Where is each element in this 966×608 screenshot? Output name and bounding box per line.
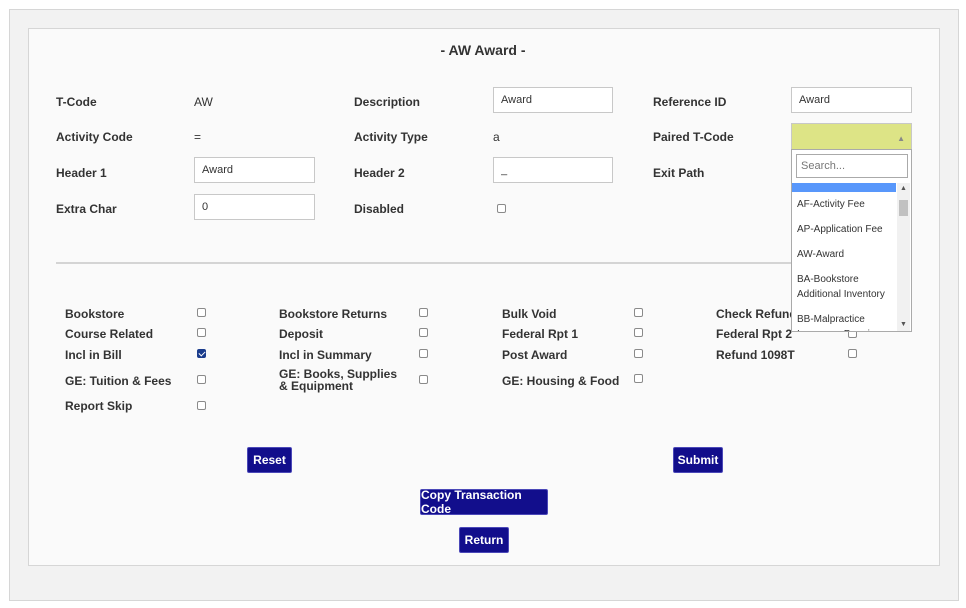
course-related-label: Course Related <box>65 327 154 341</box>
check-refund-label: Check Refund <box>716 307 797 321</box>
scroll-up-icon[interactable]: ▲ <box>897 183 910 195</box>
dropdown-option[interactable]: AP-Application Fee <box>792 217 896 242</box>
ge-tuition-label: GE: Tuition & Fees <box>65 374 172 388</box>
federal-rpt1-checkbox[interactable] <box>634 328 643 337</box>
ge-books-label: GE: Books, Supplies & Equipment <box>279 367 398 393</box>
dropdown-option[interactable]: BB-Malpractice Insurance Premium <box>792 307 896 331</box>
scrollbar-thumb[interactable] <box>899 200 908 216</box>
post-award-checkbox[interactable] <box>634 349 643 358</box>
reset-button[interactable]: Reset <box>247 447 292 473</box>
dropdown-option[interactable]: AW-Award <box>792 242 896 267</box>
header2-label: Header 2 <box>354 166 405 180</box>
federal-rpt2-label: Federal Rpt 2 <box>716 327 793 341</box>
dropdown-option[interactable]: BA-Bookstore Additional Inventory <box>792 267 896 307</box>
incl-in-summary-checkbox[interactable] <box>419 349 428 358</box>
deposit-label: Deposit <box>279 327 324 341</box>
dropdown-option[interactable]: AF-Activity Fee <box>792 192 896 217</box>
section-divider <box>56 262 909 264</box>
extra-char-label: Extra Char <box>56 202 117 216</box>
disabled-label: Disabled <box>354 202 405 216</box>
chevron-up-icon: ▲ <box>897 134 905 143</box>
exit-path-label: Exit Path <box>653 166 705 180</box>
header1-label: Header 1 <box>56 166 107 180</box>
paired-tcode-dropdown: AF-Activity Fee AP-Application Fee AW-Aw… <box>791 149 912 332</box>
submit-button[interactable]: Submit <box>673 447 723 473</box>
dropdown-scrollbar[interactable]: ▲ ▼ <box>897 183 910 331</box>
bookstore-returns-label: Bookstore Returns <box>279 307 388 321</box>
paired-tcode-select[interactable]: ▲ <box>791 123 912 150</box>
deposit-checkbox[interactable] <box>419 328 428 337</box>
disabled-checkbox[interactable] <box>497 204 506 213</box>
post-award-label: Post Award <box>502 348 568 362</box>
ge-tuition-checkbox[interactable] <box>197 375 206 384</box>
copy-transaction-code-button[interactable]: Copy Transaction Code <box>420 488 548 516</box>
bulk-void-checkbox[interactable] <box>634 308 643 317</box>
report-skip-label: Report Skip <box>65 399 133 413</box>
dropdown-options-list: AF-Activity Fee AP-Application Fee AW-Aw… <box>792 183 896 331</box>
scroll-down-icon[interactable]: ▼ <box>897 319 910 331</box>
reference-id-input[interactable] <box>791 87 912 113</box>
ge-housing-checkbox[interactable] <box>634 374 643 383</box>
course-related-checkbox[interactable] <box>197 328 206 337</box>
extra-char-input[interactable] <box>194 194 315 220</box>
paired-tcode-label: Paired T-Code <box>653 130 734 144</box>
activity-type-value: a <box>493 130 500 144</box>
ge-books-checkbox[interactable] <box>419 375 428 384</box>
reference-id-label: Reference ID <box>653 95 727 109</box>
bulk-void-label: Bulk Void <box>502 307 557 321</box>
description-label: Description <box>354 95 421 109</box>
bookstore-checkbox[interactable] <box>197 308 206 317</box>
header2-input[interactable] <box>493 157 613 183</box>
highlighted-option[interactable] <box>792 183 896 192</box>
incl-in-summary-label: Incl in Summary <box>279 348 372 362</box>
ge-housing-label: GE: Housing & Food <box>502 374 620 388</box>
bookstore-returns-checkbox[interactable] <box>419 308 428 317</box>
bookstore-label: Bookstore <box>65 307 125 321</box>
refund-1098t-label: Refund 1098T <box>716 348 795 362</box>
activity-code-label: Activity Code <box>56 130 133 144</box>
incl-in-bill-label: Incl in Bill <box>65 348 122 362</box>
tcode-label: T-Code <box>56 95 97 109</box>
description-input[interactable] <box>493 87 613 113</box>
refund-1098t-checkbox[interactable] <box>848 349 857 358</box>
report-skip-checkbox[interactable] <box>197 401 206 410</box>
incl-in-bill-checkbox[interactable] <box>197 349 206 358</box>
activity-type-label: Activity Type <box>354 130 428 144</box>
activity-code-value: = <box>194 130 202 144</box>
header1-input[interactable] <box>194 157 315 183</box>
dropdown-search-input[interactable] <box>796 154 908 178</box>
return-button[interactable]: Return <box>459 527 509 553</box>
page-title: - AW Award - <box>440 42 526 58</box>
tcode-value: AW <box>194 95 213 109</box>
federal-rpt1-label: Federal Rpt 1 <box>502 327 579 341</box>
